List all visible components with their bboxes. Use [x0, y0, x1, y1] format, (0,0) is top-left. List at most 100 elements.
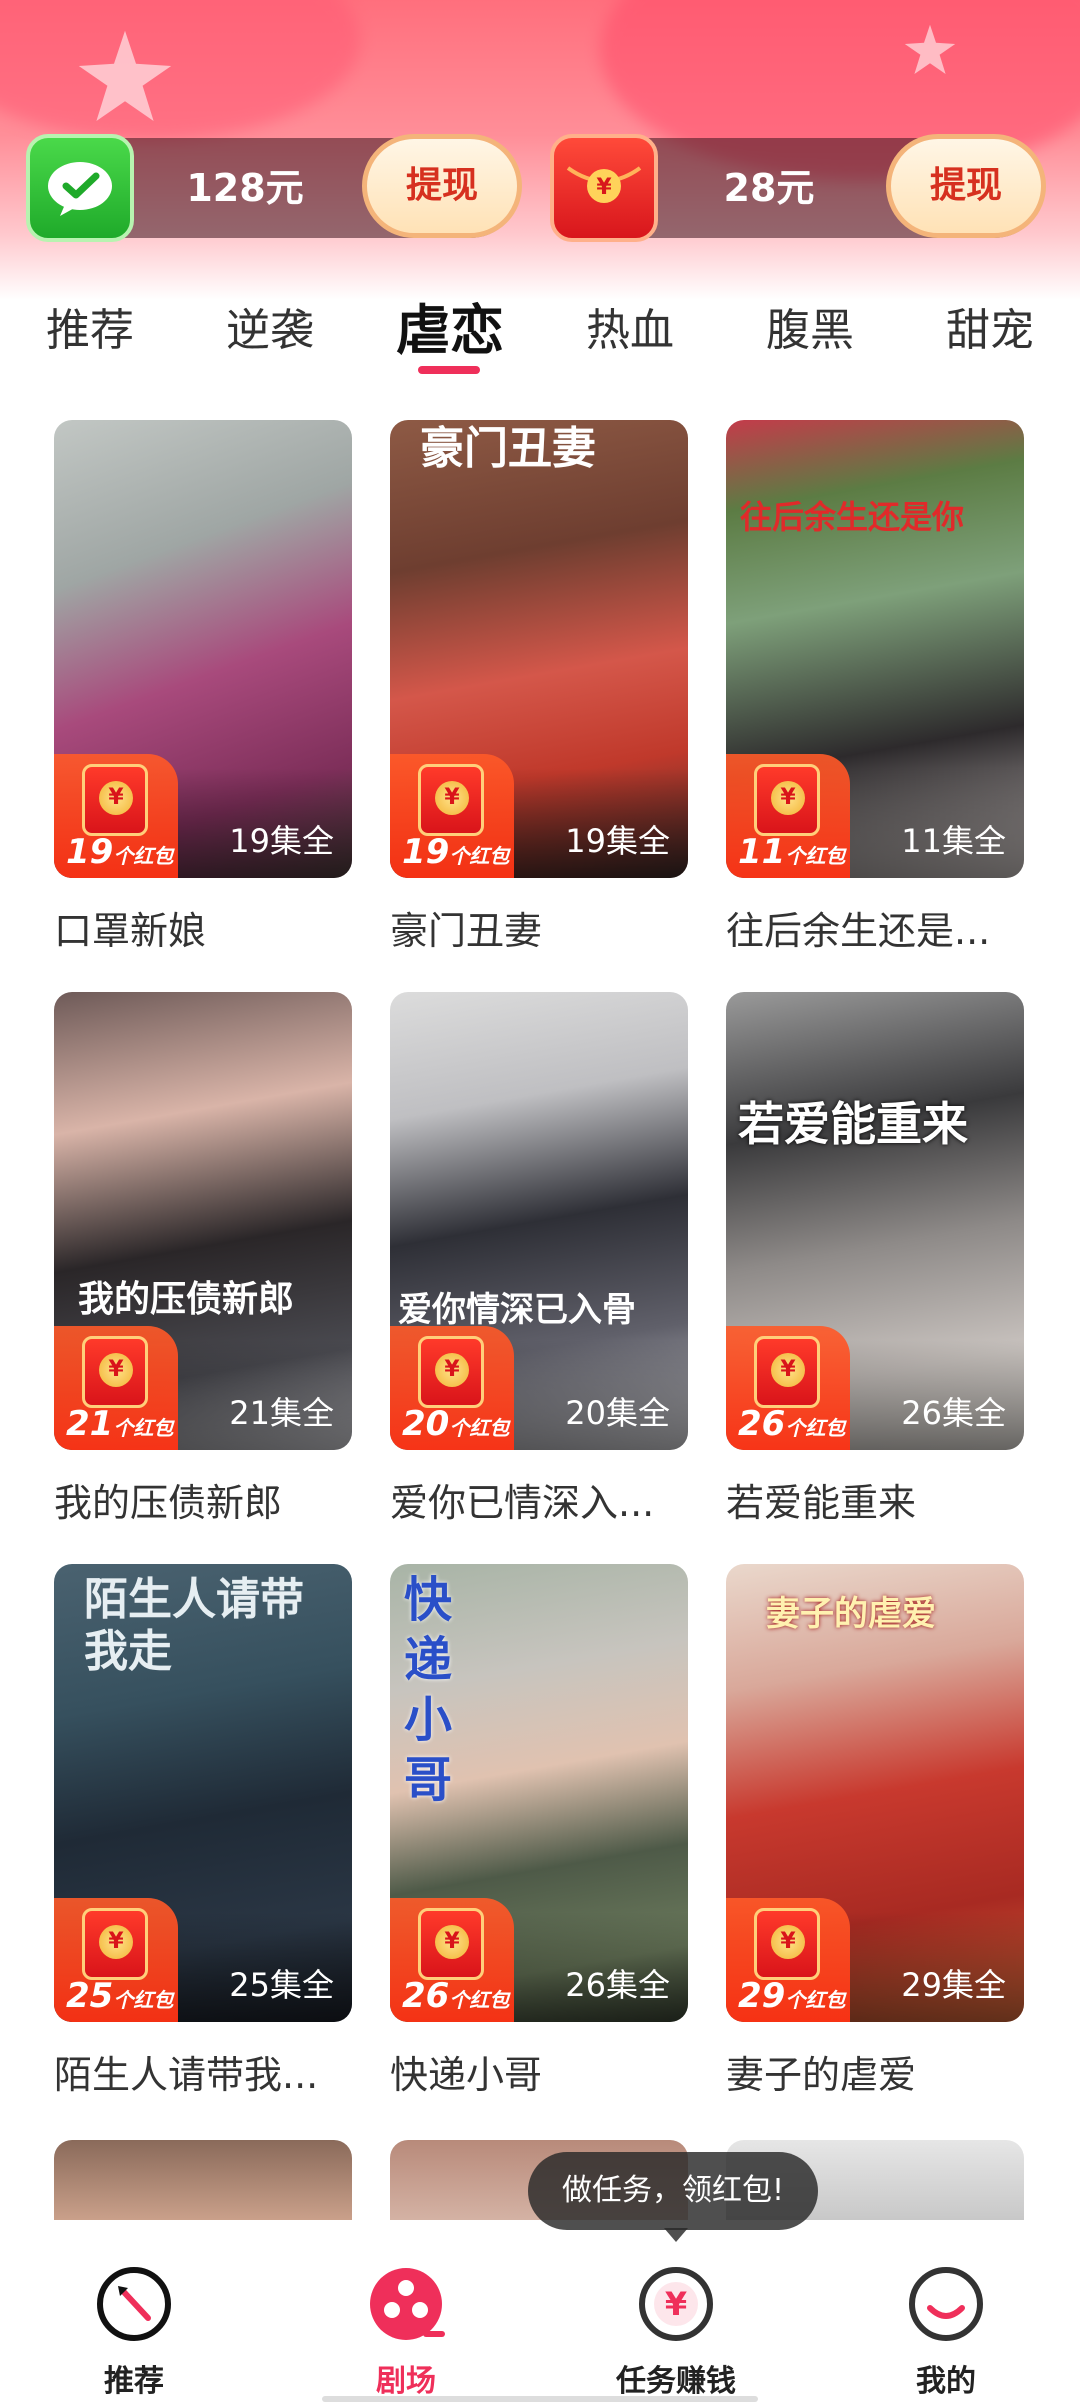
red-envelope-icon: ¥: [418, 1908, 484, 1980]
red-envelope-icon: ¥: [754, 1336, 820, 1408]
drama-poster[interactable]: 豪门丑妻 ¥ 19个红包 19集全: [390, 420, 688, 878]
withdraw-button[interactable]: 提现: [362, 134, 522, 238]
nav-theater[interactable]: 剧场: [326, 2246, 486, 2399]
redpack-reward-pill: ¥ 28元 提现: [550, 134, 1046, 242]
drama-poster[interactable]: 妻子的虐爱 ¥ 29个红包 29集全: [726, 1564, 1024, 2022]
wechat-reward-amount: 128元: [186, 166, 304, 210]
redpack-badge: ¥ 20个红包: [390, 1326, 514, 1450]
star-decoration-icon: [904, 24, 956, 74]
category-tabs: 推荐 逆袭 虐恋 热血 腹黑 甜宠: [0, 296, 1080, 376]
nav-recommend[interactable]: 推荐: [54, 2246, 214, 2399]
episode-count: 21集全: [229, 1394, 334, 1432]
yuan-coin-icon: ¥: [639, 2267, 713, 2341]
tab-action[interactable]: 热血: [560, 296, 700, 366]
star-decoration-icon: [78, 30, 172, 121]
episode-count: 19集全: [565, 822, 670, 860]
drama-card[interactable]: 若爱能重来 ¥ 26个红包 26集全 若爱能重来: [726, 992, 1024, 1527]
redpack-badge: ¥ 11个红包: [726, 754, 850, 878]
drama-card[interactable]: 爱你情深已入骨 ¥ 20个红包 20集全 爱你已情深入...: [390, 992, 688, 1527]
redpack-count: 26: [402, 1976, 450, 2016]
drama-card[interactable]: 妻子的虐爱 ¥ 29个红包 29集全 妻子的虐爱: [726, 1564, 1024, 2099]
redpack-badge: ¥ 29个红包: [726, 1898, 850, 2022]
redpack-unit: 个红包: [113, 1416, 174, 1440]
redpack-badge: ¥ 19个红包: [390, 754, 514, 878]
drama-title: 往后余生还是...: [726, 909, 991, 953]
redpack-unit: 个红包: [785, 1416, 846, 1440]
red-envelope-icon: ¥: [82, 1336, 148, 1408]
svg-text:¥: ¥: [665, 2285, 687, 2323]
drama-title: 口罩新娘: [54, 909, 207, 953]
drama-card[interactable]: 快递小哥 ¥ 26个红包 26集全 快递小哥: [390, 1564, 688, 2099]
tooltip-arrow: [664, 2228, 688, 2242]
episode-count: 20集全: [565, 1394, 670, 1432]
drama-card[interactable]: ¥ 19个红包 19集全 口罩新娘: [54, 420, 352, 955]
drama-card[interactable]: 陌生人请带我走 ¥ 25个红包 25集全 陌生人请带我...: [54, 1564, 352, 2099]
drama-title: 若爱能重来: [726, 1481, 917, 1525]
drama-card[interactable]: 豪门丑妻 ¥ 19个红包 19集全 豪门丑妻: [390, 420, 688, 955]
drama-poster[interactable]: 陌生人请带我走 ¥ 25个红包 25集全: [54, 1564, 352, 2022]
wechat-icon: [26, 134, 134, 242]
drama-card[interactable]: 我的压债新郎 ¥ 21个红包 21集全 我的压债新郎: [54, 992, 352, 1527]
redpack-unit: 个红包: [449, 1988, 510, 2012]
drama-card[interactable]: 往后余生还是你 ¥ 11个红包 11集全 往后余生还是...: [726, 420, 1024, 955]
redpack-count: 20: [402, 1404, 450, 1444]
redpack-count: 19: [402, 832, 450, 872]
redpack-count: 25: [66, 1976, 114, 2016]
red-envelope-icon: ¥: [418, 1336, 484, 1408]
tab-recommend[interactable]: 推荐: [20, 296, 160, 366]
poster-overlay-title: 往后余生还是你: [740, 498, 965, 536]
drama-poster[interactable]: 往后余生还是你 ¥ 11个红包 11集全: [726, 420, 1024, 878]
redpack-unit: 个红包: [785, 1988, 846, 2012]
redpack-unit: 个红包: [449, 1416, 510, 1440]
drama-title: 快递小哥: [390, 2053, 543, 2097]
redpack-unit: 个红包: [113, 1988, 174, 2012]
redpack-badge: ¥ 26个红包: [390, 1898, 514, 2022]
svg-text:¥: ¥: [596, 175, 612, 200]
drama-title: 妻子的虐爱: [726, 2053, 917, 2097]
drama-poster[interactable]: 爱你情深已入骨 ¥ 20个红包 20集全: [390, 992, 688, 1450]
poster-overlay-title: 妻子的虐爱: [766, 1594, 936, 1634]
tab-scheming[interactable]: 腹黑: [740, 296, 880, 366]
nav-label: 推荐: [104, 2364, 164, 2399]
theater-page: 128元 提现 ¥ 28元 提现 推荐 逆袭 虐恋 热血 腹黑 甜宠 ¥ 19个…: [0, 0, 1080, 2408]
drama-title: 豪门丑妻: [390, 909, 543, 953]
redpack-count: 26: [738, 1404, 786, 1444]
nav-label: 剧场: [376, 2364, 436, 2399]
nav-label: 我的: [916, 2364, 976, 2399]
nav-profile[interactable]: 我的: [866, 2246, 1026, 2399]
red-envelope-icon: ¥: [82, 1908, 148, 1980]
episode-count: 19集全: [229, 822, 334, 860]
redpack-count: 21: [66, 1404, 114, 1444]
redpack-unit: 个红包: [113, 844, 174, 868]
poster-overlay-title: 陌生人请带我走: [84, 1574, 304, 1677]
gesture-home-bar[interactable]: [322, 2396, 758, 2402]
smile-profile-icon: [909, 2267, 983, 2341]
redpack-badge: ¥ 19个红包: [54, 754, 178, 878]
red-envelope-icon: ¥: [754, 1908, 820, 1980]
redpack-badge: ¥ 25个红包: [54, 1898, 178, 2022]
drama-title: 我的压债新郎: [54, 1481, 283, 1525]
nav-earn-tasks[interactable]: ¥ 任务赚钱: [596, 2246, 756, 2399]
active-tab-indicator: [418, 366, 480, 374]
tab-comeback[interactable]: 逆袭: [200, 296, 340, 366]
drama-poster[interactable]: 快递小哥 ¥ 26个红包 26集全: [390, 1564, 688, 2022]
redpack-count: 29: [738, 1976, 786, 2016]
episode-count: 11集全: [901, 822, 1006, 860]
episode-count: 26集全: [565, 1966, 670, 2004]
red-envelope-icon: ¥: [82, 764, 148, 836]
drama-poster[interactable]: ¥ 19个红包 19集全: [54, 420, 352, 878]
poster-overlay-title: 爱你情深已入骨: [398, 1290, 636, 1330]
film-reel-icon: [370, 2268, 445, 2340]
drama-poster[interactable]: 我的压债新郎 ¥ 21个红包 21集全: [54, 992, 352, 1450]
withdraw-button[interactable]: 提现: [886, 134, 1046, 238]
tab-angst-romance[interactable]: 虐恋: [380, 296, 520, 366]
poster-overlay-title: 豪门丑妻: [420, 423, 596, 474]
drama-poster[interactable]: 若爱能重来 ¥ 26个红包 26集全: [726, 992, 1024, 1450]
task-reward-tooltip[interactable]: 做任务，领红包!: [528, 2152, 818, 2230]
redpack-unit: 个红包: [785, 844, 846, 868]
drama-poster[interactable]: [54, 2140, 352, 2220]
wechat-reward-pill: 128元 提现: [26, 134, 522, 242]
tab-sweet-romance[interactable]: 甜宠: [920, 296, 1060, 366]
poster-overlay-title: 快递小哥: [404, 1572, 453, 1808]
redpack-unit: 个红包: [449, 844, 510, 868]
